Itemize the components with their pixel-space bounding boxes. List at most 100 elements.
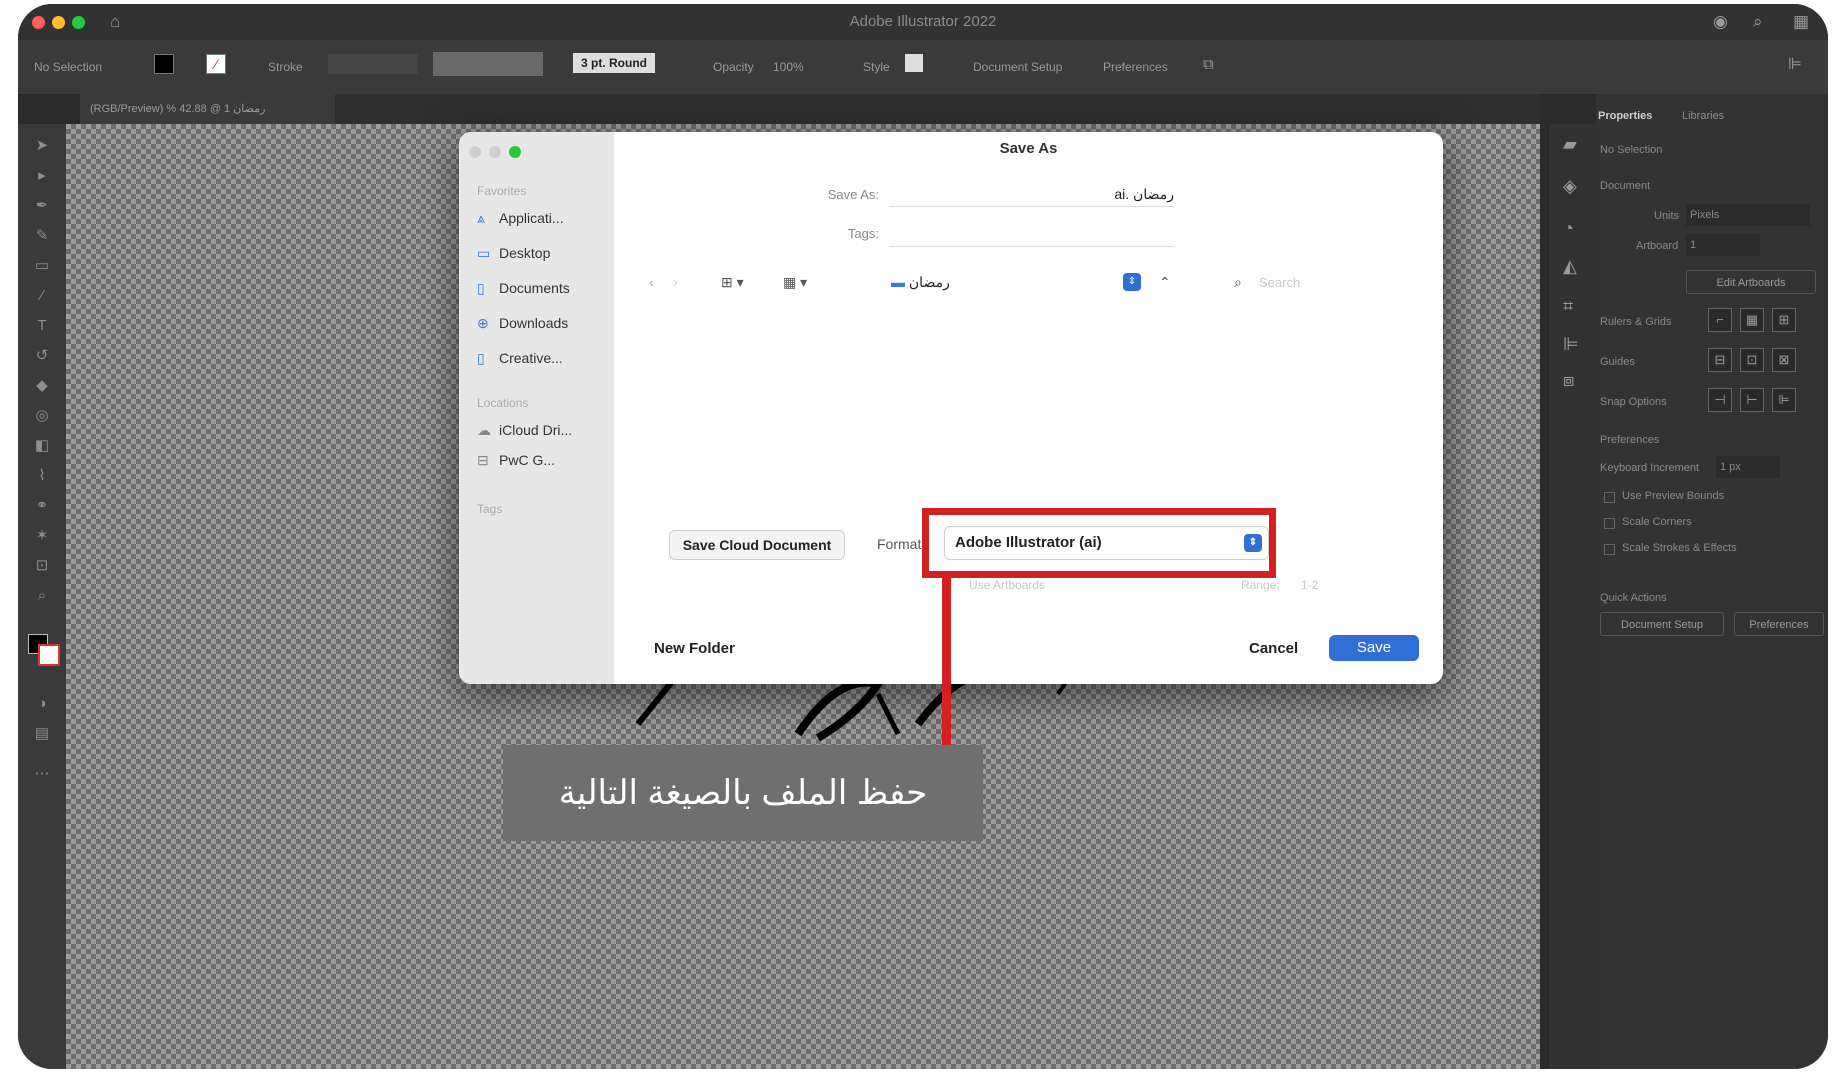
layers-icon[interactable]: ◈	[1563, 176, 1577, 197]
rotate-tool-icon[interactable]: ↺	[30, 346, 54, 366]
eraser-tool-icon[interactable]: ◆	[30, 376, 54, 396]
view-mode-icon[interactable]: ⊞ ▾	[721, 274, 744, 291]
cancel-button[interactable]: Cancel	[1249, 640, 1298, 657]
sidebar-item-downloads[interactable]: ⊕ Downloads	[477, 315, 568, 332]
snap-point-icon[interactable]: ⊣	[1708, 388, 1732, 412]
fill-swatch[interactable]	[154, 54, 174, 74]
draw-mode-icon[interactable]: ◑	[30, 694, 54, 714]
comments-icon[interactable]: ▰	[1563, 134, 1577, 155]
transform-icon[interactable]: ⌗	[1563, 296, 1573, 317]
sidebar-item-creative[interactable]: ▯ Creative...	[477, 350, 563, 367]
sidebar-item-desktop[interactable]: ▭ Desktop	[477, 245, 550, 262]
selection-tool-icon[interactable]: ➤	[30, 136, 54, 156]
opacity-label[interactable]: Opacity	[713, 60, 754, 74]
brush-tool-icon[interactable]: ⁄	[30, 286, 54, 306]
align-icon[interactable]: ⊫	[1788, 54, 1802, 74]
document-icon: ▯	[477, 350, 485, 366]
save-cloud-document-button[interactable]: Save Cloud Document	[669, 530, 845, 560]
scale-strokes-checkbox[interactable]	[1604, 544, 1615, 555]
forward-icon[interactable]: ›	[673, 274, 678, 290]
grid-icon[interactable]: ▦	[1740, 308, 1764, 332]
brush-select[interactable]: 3 pt. Round	[573, 53, 655, 73]
file-browser-area[interactable]	[614, 324, 1443, 654]
style-label: Style	[863, 60, 890, 74]
dialog-title: Save As	[999, 140, 1058, 157]
document-setup-button[interactable]: Document Setup	[973, 60, 1062, 74]
stroke-swatch[interactable]: ⁄	[206, 54, 226, 74]
keyboard-increment-field[interactable]: 1 px	[1716, 456, 1780, 478]
tags-header: Tags	[477, 502, 503, 516]
sidebar-item-icloud[interactable]: ☁ iCloud Dri...	[477, 422, 572, 439]
sidebar-item-pwc[interactable]: ⊟ PwC G...	[477, 452, 555, 469]
lock-guides-icon[interactable]: ⊡	[1740, 348, 1764, 372]
rectangle-tool-icon[interactable]: ▭	[30, 256, 54, 276]
search-field[interactable]: Search	[1259, 275, 1300, 290]
instruction-callout: حفظ الملف بالصيغة التالية	[503, 745, 983, 841]
workspace-icon[interactable]: ▦	[1793, 12, 1809, 32]
quick-preferences-button[interactable]: Preferences	[1734, 612, 1824, 636]
pathfinder-icon[interactable]: ⧈	[1563, 370, 1574, 391]
tags-field[interactable]	[889, 222, 1174, 247]
location-stepper-icon: ⇕	[1123, 273, 1141, 291]
opacity-field[interactable]: 100%	[773, 60, 804, 74]
sidebar-item-documents[interactable]: ▯ Documents	[477, 280, 570, 297]
blend-tool-icon[interactable]: ⚭	[30, 496, 54, 516]
gradient-tool-icon[interactable]: ◧	[30, 436, 54, 456]
location-select[interactable]: ▬ رمضان ⇕	[891, 270, 1147, 294]
sidebar-item-applications[interactable]: ⩓ Applicati...	[477, 210, 564, 227]
quick-document-setup-button[interactable]: Document Setup	[1600, 612, 1724, 636]
pixel-grid-icon[interactable]: ⊞	[1772, 308, 1796, 332]
align-panel-icon[interactable]: ⊫	[1563, 334, 1579, 355]
tab-properties[interactable]: Properties	[1598, 110, 1652, 122]
stroke-weight-field[interactable]	[328, 54, 418, 74]
save-as-field[interactable]: رمضان .ai	[889, 182, 1174, 207]
use-preview-bounds-checkbox[interactable]	[1604, 492, 1615, 503]
use-artboards-label[interactable]: Use Artboards	[969, 578, 1045, 592]
save-button[interactable]: Save	[1329, 635, 1419, 661]
dialog-zoom-button[interactable]	[509, 146, 521, 158]
pen-tool-icon[interactable]: ✒	[30, 196, 54, 216]
artboard-tool-icon[interactable]: ⊡	[30, 556, 54, 576]
artboard-select[interactable]: 1	[1686, 234, 1760, 256]
preferences-button[interactable]: Preferences	[1103, 60, 1168, 74]
variable-width-field[interactable]	[433, 52, 543, 76]
direct-selection-tool-icon[interactable]: ▸	[30, 166, 54, 186]
shape-builder-icon[interactable]: ◎	[30, 406, 54, 426]
cloud-icon: ☁	[477, 422, 491, 438]
edit-artboards-button[interactable]: Edit Artboards	[1686, 270, 1816, 294]
dialog-close-button[interactable]	[469, 146, 481, 158]
brushes-icon[interactable]: ◭	[1563, 256, 1577, 277]
document-icon: ▯	[477, 280, 485, 296]
scale-corners-checkbox[interactable]	[1604, 518, 1615, 529]
type-tool-icon[interactable]: T	[30, 316, 54, 336]
search-icon[interactable]: ⌕	[1753, 12, 1763, 32]
more-tools-icon[interactable]: ⋯	[30, 764, 54, 784]
screen-mode-icon[interactable]: ▤	[30, 724, 54, 744]
snap-grid-icon[interactable]: ⊢	[1740, 388, 1764, 412]
expand-chevron-icon[interactable]: ⌃	[1159, 274, 1171, 291]
dialog-minimize-button[interactable]	[489, 146, 501, 158]
tags-label: Tags:	[847, 226, 879, 241]
stroke-color-icon[interactable]	[38, 644, 60, 666]
document-tab-bar: (RGB/Preview) % 42.88 @ 1 رمضان	[80, 94, 1540, 124]
range-value[interactable]: 1-2	[1301, 578, 1318, 592]
smart-guides-icon[interactable]: ⊠	[1772, 348, 1796, 372]
zoom-tool-icon[interactable]: ⌕	[30, 586, 54, 606]
eyedropper-tool-icon[interactable]: ⌇	[30, 466, 54, 486]
new-folder-button[interactable]: New Folder	[654, 640, 735, 657]
learn-icon[interactable]: ◉	[1713, 12, 1728, 32]
arrange-icon[interactable]: ⧉	[1203, 56, 1214, 73]
color-icon[interactable]: ◔	[1563, 218, 1574, 239]
style-swatch[interactable]	[905, 54, 923, 72]
group-by-icon[interactable]: ▦ ▾	[783, 274, 807, 291]
document-tab[interactable]: (RGB/Preview) % 42.88 @ 1 رمضان	[80, 94, 335, 124]
pencil-tool-icon[interactable]: ✎	[30, 226, 54, 246]
show-guides-icon[interactable]: ⊟	[1708, 348, 1732, 372]
snap-pixel-icon[interactable]: ⊫	[1772, 388, 1796, 412]
back-icon[interactable]: ‹	[649, 274, 654, 290]
format-highlight-box	[922, 508, 1276, 578]
tab-libraries[interactable]: Libraries	[1682, 110, 1724, 122]
ruler-icon[interactable]: ⌐	[1708, 308, 1732, 332]
symbol-tool-icon[interactable]: ✶	[30, 526, 54, 546]
units-select[interactable]: Pixels	[1686, 204, 1810, 226]
